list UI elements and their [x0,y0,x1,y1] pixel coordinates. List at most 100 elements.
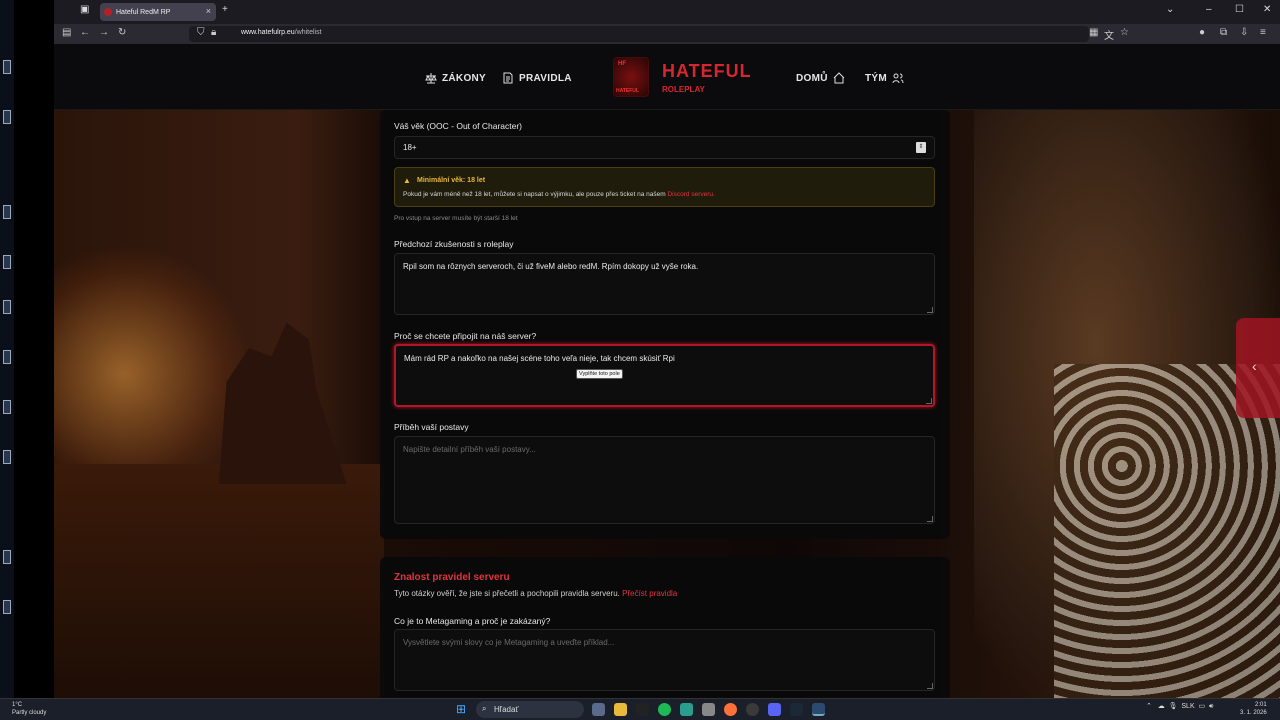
why-join-value: Mám rád RP a nakoľko na našej scéne toho… [404,354,675,363]
rules-knowledge-card: Znalost pravidel serveru Tyto otázky ově… [380,557,950,698]
desktop-shortcut-icon[interactable] [3,60,11,74]
app-icon[interactable] [746,703,759,716]
logo-badge[interactable]: HF HATEFUL [613,57,649,97]
language-indicator[interactable]: SLK [1181,703,1194,710]
age-input[interactable]: 18+ ⇕ [394,136,935,159]
translate-icon[interactable]: 文 [1104,27,1114,42]
web-page: ZÁKONY PRAVIDLA HF HATEFUL HATEFUL ROLEP… [54,44,1280,698]
tray-chevron-icon[interactable]: ⌃ [1146,703,1152,710]
desktop-shortcut-icon[interactable] [3,205,11,219]
browser-tab[interactable]: Hateful RedM RP × [100,3,216,21]
resize-handle-icon[interactable] [927,683,933,689]
story-textarea[interactable]: Napište detailní příběh vaší postavy... [394,436,935,524]
why-join-textarea[interactable]: Mám rád RP a nakoľko na našej scéne toho… [394,344,935,407]
home-icon [833,72,845,84]
download-icon[interactable]: ⇩ [1240,27,1248,38]
desktop-shortcut-icon[interactable] [3,300,11,314]
search-text: Hľadať [494,705,519,714]
taskbar-search[interactable]: ⌕ Hľadať [476,701,584,718]
side-panel-toggle[interactable]: ‹ [1236,318,1280,418]
task-view-icon[interactable] [592,703,605,716]
resize-handle-icon[interactable] [927,307,933,313]
windows-taskbar: 1°C Partly cloudy ⊞ ⌕ Hľadať ⌃ ☁ 🎙︎ SLK ▭… [0,698,1280,720]
steam-active-icon[interactable] [812,703,825,716]
desktop-shortcut-icon[interactable] [3,110,11,124]
chevron-down-icon[interactable]: ⌄ [1166,4,1174,15]
account-icon[interactable]: ● [1199,27,1205,38]
file-explorer-icon[interactable] [614,703,627,716]
metagaming-label: Co je to Metagaming a proč je zakázaný? [394,616,551,626]
back-icon[interactable]: ← [80,27,90,38]
volume-icon[interactable]: 🔊︎ [1209,703,1213,710]
resize-handle-icon[interactable] [926,398,932,404]
microphone-icon[interactable]: 🎙︎ [1169,703,1178,710]
close-tab-icon[interactable]: × [206,6,211,16]
read-rules-link[interactable]: Přečíst pravidla [622,589,677,598]
story-placeholder: Napište detailní příběh vaší postavy... [403,445,536,454]
experience-value: Rpil som na rôznych serveroch, či už fiv… [403,262,699,271]
close-window-icon[interactable]: ✕ [1263,4,1271,15]
shield-icon[interactable]: ⛉ [197,27,205,38]
users-icon [892,73,904,84]
reader-icon[interactable]: ▦ [1089,27,1098,38]
windows-start-icon[interactable]: ⊞ [456,702,469,716]
personal-info-card: Váš věk (OOC - Out of Character) 18+ ⇕ ▲… [380,110,950,539]
reload-icon[interactable]: ↻ [118,27,126,38]
resize-handle-icon[interactable] [927,516,933,522]
nav-pravidla-label: PRAVIDLA [519,72,572,84]
nav-pravidla[interactable]: PRAVIDLA [502,72,572,84]
nav-tym[interactable]: TÝM [865,72,904,84]
app-icon[interactable] [680,703,693,716]
notes-app-icon[interactable] [636,703,649,716]
desktop-icons-strip [0,0,14,698]
settings-icon[interactable] [702,703,715,716]
extensions-icon[interactable]: ⧉ [1220,27,1227,38]
weather-widget[interactable]: 1°C Partly cloudy [12,701,46,717]
desktop-shortcut-icon[interactable] [3,255,11,269]
logo-title[interactable]: HATEFUL [662,61,752,82]
bookmark-star-icon[interactable]: ☆ [1120,27,1129,38]
browser-window: ▣ Hateful RedM RP × + ⌄ – ☐ ✕ ▤ ← → ↻ ⛉ … [54,0,1280,698]
number-stepper-icon[interactable]: ⇕ [916,142,926,153]
new-tab-icon[interactable]: + [222,4,228,15]
nav-zakony-label: ZÁKONY [442,72,487,84]
warning-icon: ▲ [403,176,411,185]
favicon-icon [104,8,112,16]
firefox-icon[interactable] [724,703,737,716]
desktop-shortcut-icon[interactable] [3,350,11,364]
age-label: Váš věk (OOC - Out of Character) [394,121,523,131]
forward-icon[interactable]: → [99,27,109,38]
desktop-shortcut-icon[interactable] [3,400,11,414]
validation-tooltip: Vyplňte toto pole [576,369,623,379]
experience-textarea[interactable]: Rpil som na rôznych serveroch, či už fiv… [394,253,935,315]
warning-text: Pokud je vám méně než 18 let, můžete si … [403,191,715,198]
system-tray[interactable]: ⌃ ☁ 🎙︎ SLK ▭ 🔊︎ [1146,702,1213,711]
warning-title: Minimální věk: 18 let [417,177,486,184]
minimize-icon[interactable]: – [1206,4,1212,15]
menu-icon[interactable]: ≡ [1260,27,1266,38]
tab-overview-icon[interactable]: ▣ [80,4,89,15]
discord-link[interactable]: Discord serveru. [667,191,714,198]
metagaming-placeholder: Vysvětlete svými slovy co je Metagaming … [403,638,615,647]
display-icon[interactable]: ▭ [1199,703,1206,710]
nav-zakony[interactable]: ZÁKONY [425,72,486,84]
metagaming-textarea[interactable]: Vysvětlete svými slovy co je Metagaming … [394,629,935,691]
story-label: Příběh vaší postavy [394,422,469,432]
maximize-icon[interactable]: ☐ [1235,4,1244,15]
clock[interactable]: 2:01 3. 1. 2026 [1240,701,1267,717]
steam-icon[interactable] [790,703,803,716]
desktop-shortcut-icon[interactable] [3,600,11,614]
network-icon[interactable]: ☁ [1158,703,1165,710]
rules-section-title: Znalost pravidel serveru [394,572,510,583]
discord-icon[interactable] [768,703,781,716]
url-text: www.hatefulrp.eu/whitelist [241,29,322,36]
lock-icon[interactable]: 🔒︎ [211,27,216,38]
desktop-shortcut-icon[interactable] [3,550,11,564]
nav-domu[interactable]: DOMŮ [796,72,845,84]
address-bar[interactable]: ⛉ 🔒︎ www.hatefulrp.eu/whitelist [189,26,1089,42]
desktop-shortcut-icon[interactable] [3,450,11,464]
sidebar-icon[interactable]: ▤ [62,27,71,38]
nav-tym-label: TÝM [865,72,888,84]
logo-badge-top: HF [618,61,626,67]
spotify-icon[interactable] [658,703,671,716]
